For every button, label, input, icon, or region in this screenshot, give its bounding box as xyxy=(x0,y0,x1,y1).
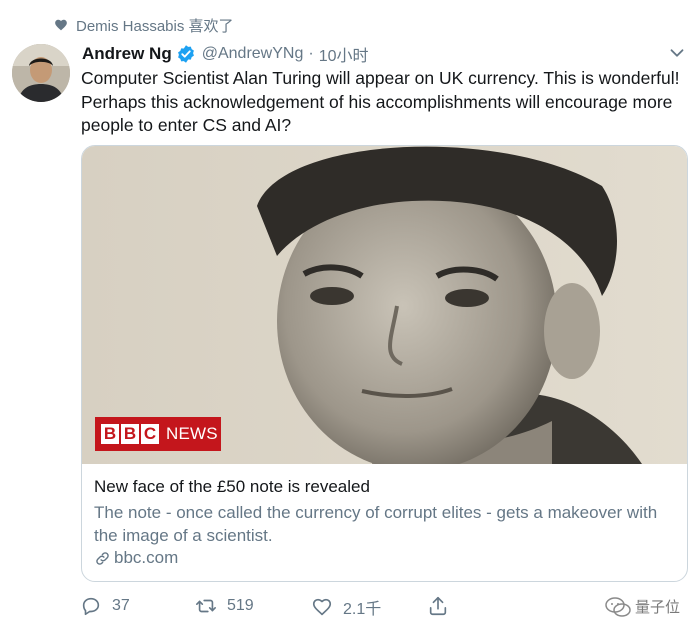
bbc-news-logo: B B C NEWS xyxy=(95,417,221,451)
tweet-text: Computer Scientist Alan Turing will appe… xyxy=(81,68,680,135)
author-handle[interactable]: @AndrewYNg xyxy=(202,45,304,63)
tweet-header: Andrew Ng @AndrewYNg · 10小时 xyxy=(82,42,369,66)
logo-letter: B xyxy=(121,424,139,444)
tweet-time[interactable]: 10小时 xyxy=(319,42,369,66)
verified-badge-icon xyxy=(177,45,194,63)
retweet-count: 519 xyxy=(227,597,254,614)
domain-text: bbc.com xyxy=(114,548,179,567)
watermark: 量子位 xyxy=(605,596,680,617)
liked-by-row[interactable]: Demis Hassabis 喜欢了 xyxy=(54,14,234,36)
wechat-icon xyxy=(605,596,631,617)
retweet-icon xyxy=(196,599,216,613)
like-button[interactable]: 2.1千 xyxy=(311,595,381,619)
reply-button[interactable]: 37 xyxy=(80,595,130,617)
link-card[interactable]: B B C NEWS New face of the £50 note is r… xyxy=(81,145,688,582)
avatar[interactable] xyxy=(12,44,70,102)
action-bar: 37 519 2.1千 xyxy=(0,595,700,621)
like-count: 2.1千 xyxy=(343,601,382,618)
like-icon xyxy=(312,598,332,616)
share-button[interactable] xyxy=(427,595,449,617)
share-icon xyxy=(429,596,447,616)
chevron-down-icon[interactable] xyxy=(666,42,688,64)
retweet-button[interactable]: 519 xyxy=(195,595,254,617)
card-domain[interactable]: bbc.com xyxy=(94,548,178,568)
card-title[interactable]: New face of the £50 note is revealed xyxy=(94,477,370,497)
avatar-image xyxy=(12,44,70,102)
reply-icon xyxy=(82,597,100,616)
reply-count: 37 xyxy=(112,597,130,614)
heart-icon xyxy=(55,19,67,31)
author-name[interactable]: Andrew Ng xyxy=(82,44,172,64)
card-description: The note - once called the currency of c… xyxy=(94,503,658,545)
watermark-text: 量子位 xyxy=(634,599,680,616)
link-icon xyxy=(96,551,109,565)
logo-letter: B xyxy=(101,424,119,444)
logo-letter: C xyxy=(141,424,159,444)
separator-dot: · xyxy=(308,45,314,62)
liked-by-text: Demis Hassabis 喜欢了 xyxy=(76,17,234,35)
logo-word: NEWS xyxy=(166,424,218,443)
